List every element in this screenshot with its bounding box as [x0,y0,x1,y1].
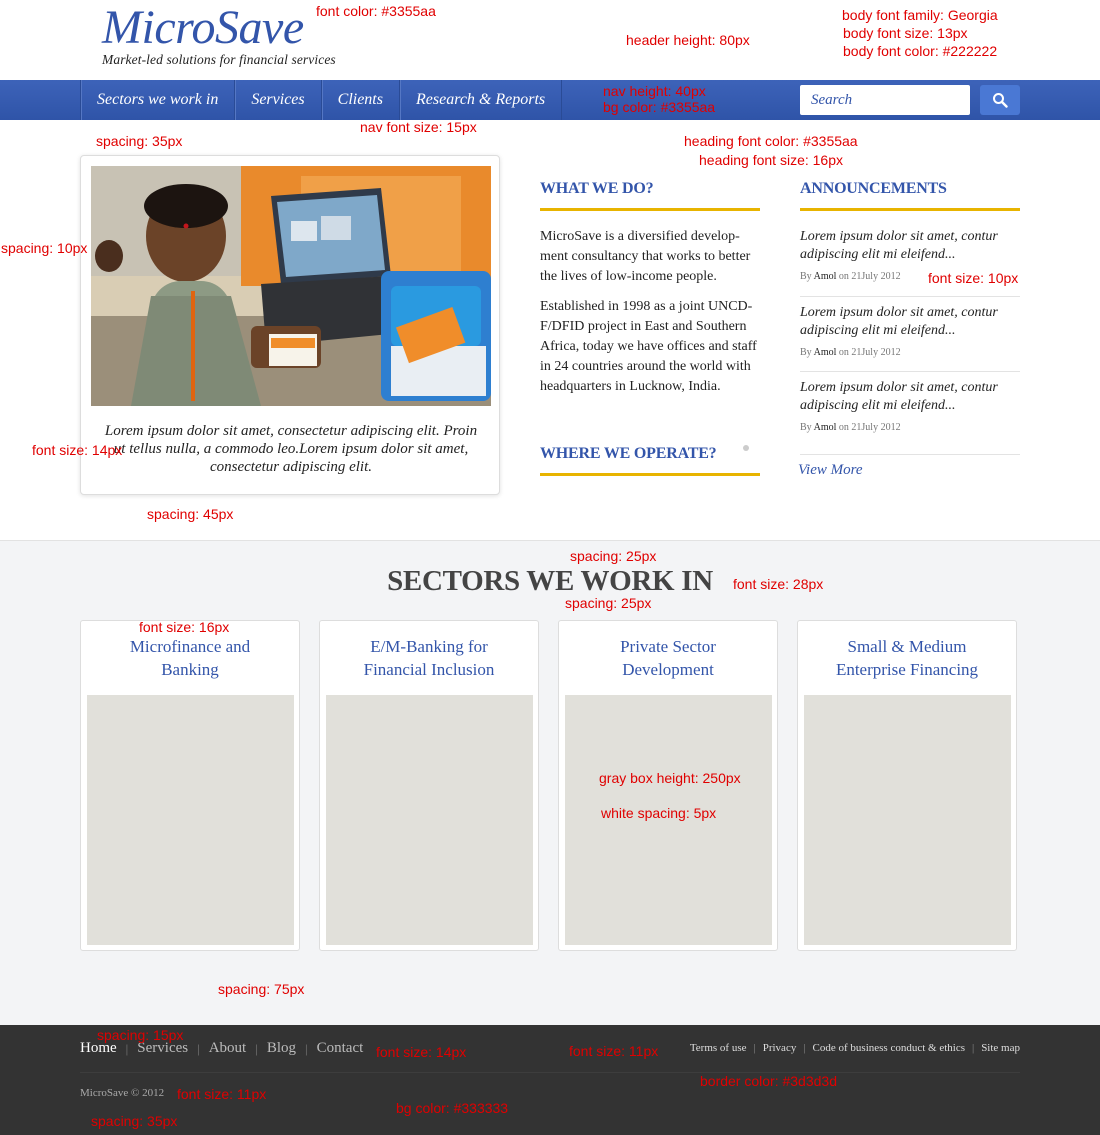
annotation: font size: 11px [177,1086,267,1102]
footer-link-sitemap[interactable]: Site map [981,1042,1020,1054]
announcement-meta: By Amol on 21July 2012 [800,347,901,358]
footer-separator: | [753,1042,756,1054]
nav-item-services[interactable]: Services [234,80,320,120]
announcement-meta: By Amol on 21July 2012 [800,422,901,433]
sector-card-title: Small & Medium Enterprise Financing [835,637,979,679]
annotation: font color: #3355aa [316,3,436,19]
sector-card[interactable]: E/M-Banking for Financial Inclusion [319,620,539,951]
annotation: spacing: 25px [565,595,652,611]
footer-link-privacy[interactable]: Privacy [763,1042,797,1054]
footer-link-blog[interactable]: Blog [267,1040,296,1057]
sector-card-title: Microfinance and Banking [129,637,251,679]
what-we-do-rule [540,208,760,211]
sectors-title: SECTORS WE WORK IN [387,565,713,597]
footer-link-terms[interactable]: Terms of use [690,1042,747,1054]
announcement-divider [800,371,1020,372]
annotation: font size: 14px [376,1044,467,1060]
sector-card-title: E/M-Banking for Financial Inclusion [363,637,495,679]
search-icon [993,93,1008,108]
view-more-link[interactable]: View More [798,462,863,479]
annotation: font size: 14px [32,442,123,458]
announcement-title[interactable]: Lorem ipsum dolor sit amet, contur adipi… [800,304,1022,340]
announcement-meta: By Amol on 21July 2012 [800,271,901,282]
annotation: heading font size: 16px [699,152,843,168]
announcement-title[interactable]: Lorem ipsum dolor sit amet, contur adipi… [800,228,1022,264]
annotation: font size: 10px [928,270,1019,286]
sector-card-title: Private Sector Development [620,637,716,679]
footer-legal-links: Terms of use | Privacy | Code of busines… [690,1042,1020,1054]
announcements-rule [800,208,1020,211]
sector-image-placeholder [87,695,294,945]
sector-card[interactable]: Small & Medium Enterprise Financing [797,620,1017,951]
footer-separator: | [305,1040,308,1056]
annotation: bg color: #333333 [396,1100,509,1116]
nav-item-clients[interactable]: Clients [320,80,399,120]
sector-image-placeholder [326,695,533,945]
annotation: nav font size: 15px [360,119,477,135]
annotation: font size: 28px [733,576,824,592]
footer-separator: | [971,1042,975,1054]
carousel-dot[interactable] [743,445,749,451]
annotation: spacing: 15px [97,1027,184,1043]
footer-divider [80,1072,1020,1073]
footer-link-contact[interactable]: Contact [317,1040,364,1057]
announcement-title[interactable]: Lorem ipsum dolor sit amet, contur adipi… [800,379,1022,415]
footer-separator: | [197,1040,200,1056]
annotation: white spacing: 5px [601,805,717,821]
annotation: border color: #3d3d3d [700,1073,837,1089]
announcement-divider [800,296,1020,297]
search-input[interactable] [800,85,970,115]
footer-link-code-of-conduct[interactable]: Code of business conduct & ethics [813,1042,965,1054]
announcements-heading: ANNOUNCEMENTS [800,180,947,197]
annotation: spacing: 35px [96,133,183,149]
annotation: spacing: 10px [1,240,88,256]
footer-separator: | [255,1040,258,1056]
sector-image-placeholder [804,695,1011,945]
footer-link-about[interactable]: About [209,1040,247,1057]
annotation: spacing: 75px [218,981,305,997]
annotation: spacing: 35px [91,1113,178,1129]
annotation: font size: 11px [569,1043,659,1059]
annotation: body font family: Georgia [842,7,998,23]
copyright: MicroSave © 2012 [80,1087,165,1099]
what-we-do-para-2: Established in 1998 as a joint UNCD-F/DF… [540,299,757,394]
nav-item-sectors[interactable]: Sectors we work in [80,80,234,120]
annotation: spacing: 45px [147,506,234,522]
annotation: spacing: 25px [570,548,657,564]
nav-item-research-reports[interactable]: Research & Reports [398,80,563,120]
site-logo[interactable]: MicroSave [102,2,304,54]
annotation: header height: 80px [626,32,750,48]
annotation: bg color: #3355aa [603,99,716,115]
where-we-operate-rule [540,473,760,476]
what-we-do-para-1: MicroSave is a diversified develop-ment … [540,229,751,284]
where-we-operate-heading: WHERE WE OPERATE? [540,445,717,462]
annotation: gray box height: 250px [599,770,741,786]
what-we-do-heading: WHAT WE DO? [540,180,654,197]
sector-card[interactable]: Microfinance and Banking [80,620,300,951]
feature-caption: Lorem ipsum dolor sit amet, consectetur … [104,423,478,475]
annotation: heading font color: #3355aa [684,133,858,149]
annotation: body font color: #222222 [843,43,998,59]
annotation: font size: 16px [139,619,230,635]
search-button[interactable] [980,85,1020,115]
announcement-divider [800,454,1020,455]
site-tagline: Market-led solutions for financial servi… [102,52,336,67]
annotation: body font size: 13px [843,25,968,41]
feature-photo [91,166,491,406]
footer-separator: | [803,1042,806,1054]
annotation: nav height: 40px [603,83,706,99]
feature-card: Lorem ipsum dolor sit amet, consectetur … [80,155,500,495]
